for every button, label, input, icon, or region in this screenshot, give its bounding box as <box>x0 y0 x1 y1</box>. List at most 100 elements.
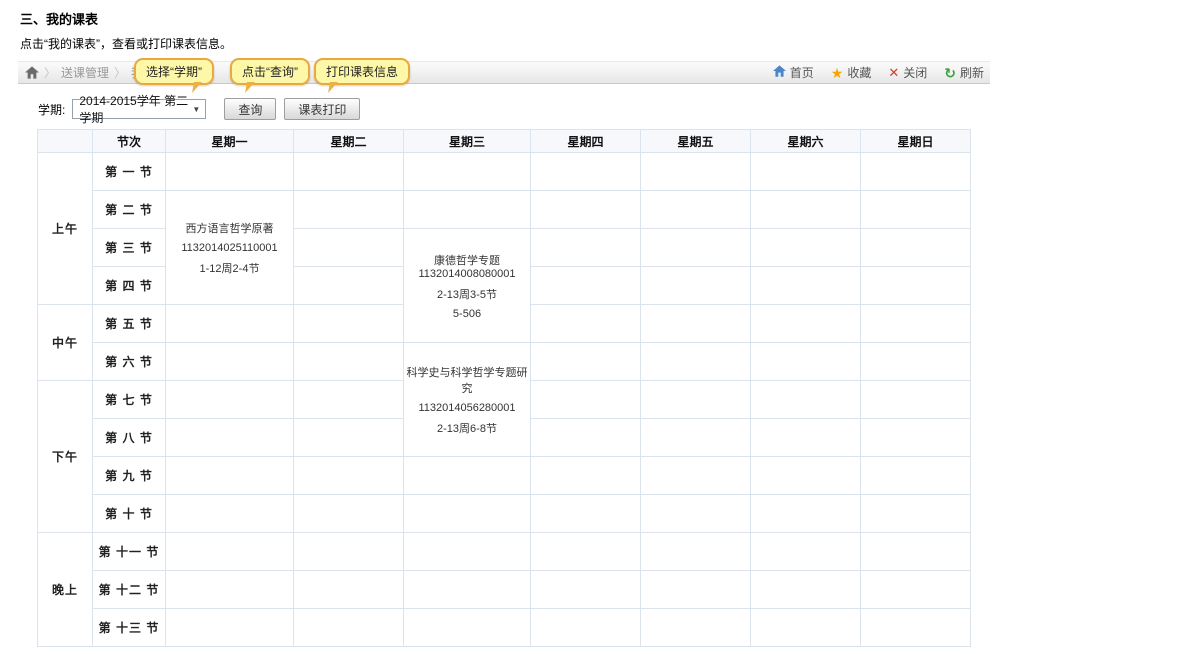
empty-slot-cell <box>531 267 641 305</box>
empty-slot-cell <box>751 267 861 305</box>
time-group-cell: 中午 <box>38 305 93 381</box>
empty-slot-cell <box>531 495 641 533</box>
course-cell: 西方语言哲学原著11320140251100011-12周2-4节 <box>166 191 294 305</box>
empty-slot-cell <box>641 153 751 191</box>
empty-slot-cell <box>641 229 751 267</box>
timetable-row: 第 十二 节 <box>38 571 971 609</box>
empty-slot-cell <box>294 191 404 229</box>
timetable-row: 第 十 节 <box>38 495 971 533</box>
empty-slot-cell <box>294 495 404 533</box>
empty-slot-cell <box>641 533 751 571</box>
empty-slot-cell <box>531 533 641 571</box>
timetable-header-row: 节次星期一星期二星期三星期四星期五星期六星期日 <box>38 130 971 153</box>
empty-slot-cell <box>294 609 404 647</box>
query-button[interactable]: 查询 <box>224 98 276 120</box>
nav-home-button[interactable]: 首页 <box>773 64 814 81</box>
empty-slot-cell <box>294 267 404 305</box>
empty-slot-cell <box>166 343 294 381</box>
period-cell: 第 四 节 <box>93 267 166 305</box>
empty-slot-cell <box>294 457 404 495</box>
semester-select[interactable]: 2014-2015学年 第二学期 ▼ <box>72 99 206 119</box>
favorite-label: 收藏 <box>847 64 871 81</box>
empty-slot-cell <box>404 153 531 191</box>
close-button[interactable]: ✕ 关闭 <box>888 64 927 81</box>
course-line: 2-13周3-5节 <box>404 286 530 302</box>
header-day-5: 星期五 <box>641 130 751 153</box>
empty-slot-cell <box>531 229 641 267</box>
empty-slot-cell <box>531 457 641 495</box>
refresh-icon: ↻ <box>944 66 956 80</box>
home-icon[interactable] <box>25 66 39 79</box>
empty-slot-cell <box>861 305 971 343</box>
empty-slot-cell <box>294 571 404 609</box>
course-line: 1132014056280001 <box>404 402 530 414</box>
empty-slot-cell <box>861 419 971 457</box>
empty-slot-cell <box>166 419 294 457</box>
nav-home-label: 首页 <box>790 64 814 81</box>
empty-slot-cell <box>861 153 971 191</box>
empty-slot-cell <box>166 457 294 495</box>
empty-slot-cell <box>641 457 751 495</box>
course-line: 科学史与科学哲学专题研究 <box>404 364 530 396</box>
period-cell: 第 六 节 <box>93 343 166 381</box>
course-line: 2-13周6-8节 <box>404 420 530 436</box>
empty-slot-cell <box>166 533 294 571</box>
empty-slot-cell <box>751 495 861 533</box>
timetable-row: 第 九 节 <box>38 457 971 495</box>
timetable-row: 第 十三 节 <box>38 609 971 647</box>
time-group-cell: 晚上 <box>38 533 93 647</box>
empty-slot-cell <box>531 343 641 381</box>
empty-slot-cell <box>861 229 971 267</box>
callout-select-semester-text: 选择“学期” <box>146 65 202 79</box>
empty-slot-cell <box>166 305 294 343</box>
print-timetable-button[interactable]: 课表打印 <box>284 98 360 120</box>
header-day-7: 星期日 <box>861 130 971 153</box>
time-group-cell: 上午 <box>38 153 93 305</box>
header-day-3: 星期三 <box>404 130 531 153</box>
page-instruction: 点击“我的课表”，查看或打印课表信息。 <box>20 35 1179 52</box>
period-cell: 第 八 节 <box>93 419 166 457</box>
empty-slot-cell <box>751 381 861 419</box>
breadcrumb-item-course-mgmt[interactable]: 送课管理 <box>61 64 109 81</box>
refresh-button[interactable]: ↻ 刷新 <box>944 64 984 81</box>
favorite-button[interactable]: ★ 收藏 <box>831 64 872 81</box>
header-day-6: 星期六 <box>751 130 861 153</box>
course-line: 5-506 <box>404 308 530 320</box>
empty-slot-cell <box>861 609 971 647</box>
course-cell: 科学史与科学哲学专题研究 1132014056280001 2-13周6-8节 <box>404 343 531 457</box>
empty-slot-cell <box>641 495 751 533</box>
empty-slot-cell <box>531 191 641 229</box>
empty-slot-cell <box>641 343 751 381</box>
empty-slot-cell <box>404 495 531 533</box>
period-cell: 第 十一 节 <box>93 533 166 571</box>
close-label: 关闭 <box>903 64 927 81</box>
callout-click-query-text: 点击“查询” <box>242 65 298 79</box>
course-line: 西方语言哲学原著 <box>166 220 293 236</box>
header-period: 节次 <box>93 130 166 153</box>
course-line: 康德哲学专题1132014008080001 <box>404 252 530 280</box>
empty-slot-cell <box>641 609 751 647</box>
empty-slot-cell <box>404 191 531 229</box>
empty-slot-cell <box>751 229 861 267</box>
empty-slot-cell <box>166 571 294 609</box>
timetable-row: 第 二 节西方语言哲学原著11320140251100011-12周2-4节 <box>38 191 971 229</box>
toolbar: 〉 送课管理 〉 我的课表 选择“学期” 点击“查询” 打印课表信息 首页 <box>18 61 990 84</box>
empty-slot-cell <box>531 419 641 457</box>
period-cell: 第 三 节 <box>93 229 166 267</box>
course-line: 1-12周2-4节 <box>166 260 293 276</box>
timetable-corner-cell <box>38 130 93 153</box>
empty-slot-cell <box>166 381 294 419</box>
period-cell: 第 九 节 <box>93 457 166 495</box>
breadcrumb-separator: 〉 <box>114 64 126 81</box>
empty-slot-cell <box>641 419 751 457</box>
page: 三、我的课表 点击“我的课表”，查看或打印课表信息。 〉 送课管理 〉 我的课表… <box>0 9 1179 647</box>
empty-slot-cell <box>294 153 404 191</box>
empty-slot-cell <box>751 305 861 343</box>
empty-slot-cell <box>751 343 861 381</box>
header-day-1: 星期一 <box>166 130 294 153</box>
empty-slot-cell <box>861 191 971 229</box>
empty-slot-cell <box>404 571 531 609</box>
empty-slot-cell <box>751 457 861 495</box>
empty-slot-cell <box>861 457 971 495</box>
empty-slot-cell <box>294 381 404 419</box>
